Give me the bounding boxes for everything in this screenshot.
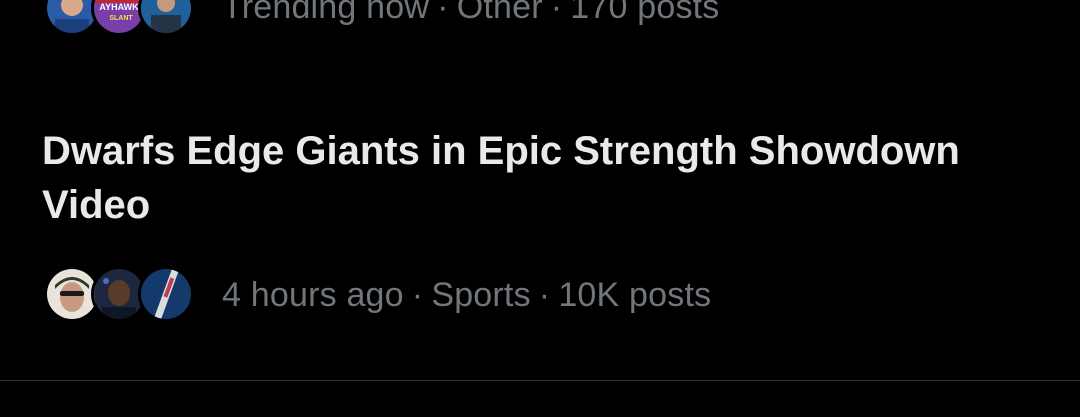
trend-post-count: 170 posts xyxy=(570,0,720,26)
trend-item[interactable]: 4 hours ago · Sports · 10K posts xyxy=(0,266,1080,326)
trend-category: Sports xyxy=(431,276,531,314)
avatar xyxy=(138,266,194,322)
trend-meta: 4 hours ago · Sports · 10K posts xyxy=(222,276,711,315)
separator: · xyxy=(550,0,563,26)
trend-item-previous[interactable]: AYHAWK SLANT Trending now · Other · 170 post… xyxy=(0,0,1080,40)
avatar-stack xyxy=(44,266,194,322)
trend-status: Trending now xyxy=(222,0,430,26)
trend-post-count: 10K posts xyxy=(558,276,712,314)
separator: · xyxy=(411,276,424,314)
separator: · xyxy=(538,276,551,314)
separator: · xyxy=(437,0,449,26)
avatar-badge-text: SLANT xyxy=(109,15,133,22)
trend-category: Other xyxy=(456,0,543,26)
avatar-stack: AYHAWK SLANT xyxy=(44,0,194,36)
avatar xyxy=(138,0,194,36)
trend-meta: Trending now · Other · 170 posts xyxy=(222,0,720,27)
avatar-badge-text: AYHAWK xyxy=(99,2,139,12)
trend-time: 4 hours ago xyxy=(222,276,404,314)
divider xyxy=(0,380,1080,381)
trend-headline[interactable]: Dwarfs Edge Giants in Epic Strength Show… xyxy=(42,124,1042,232)
